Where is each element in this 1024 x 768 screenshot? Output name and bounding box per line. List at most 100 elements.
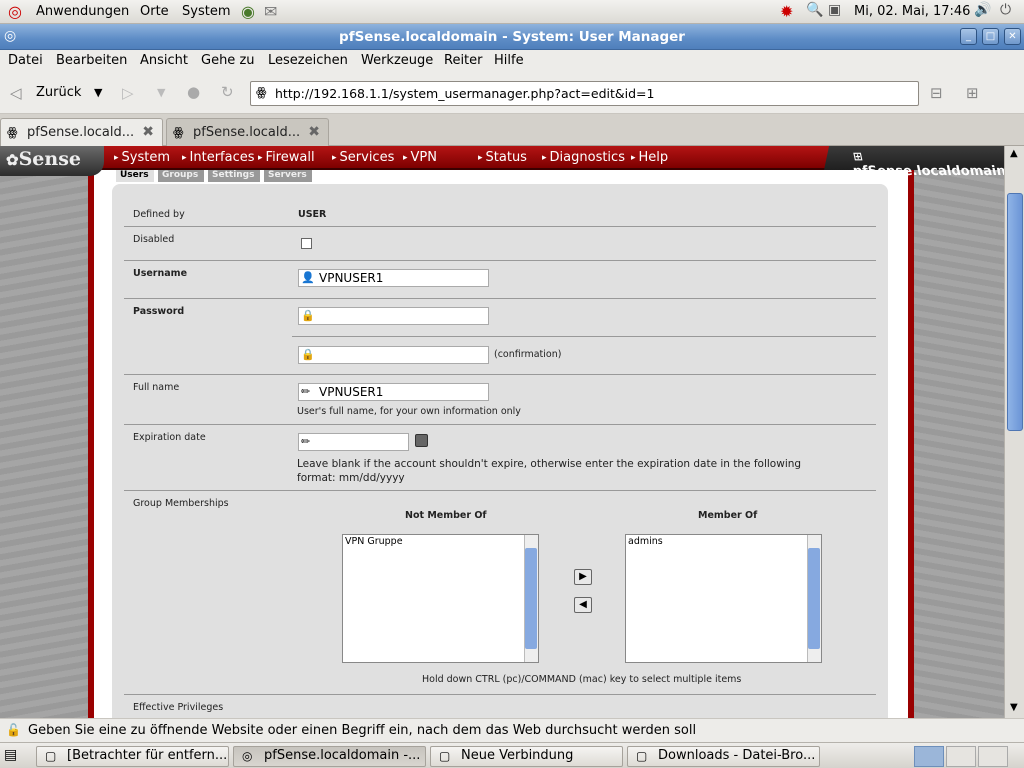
close-tab-icon[interactable]: ✖ [142,124,154,140]
user-icon: 👤 [301,271,315,284]
tab-servers[interactable]: Servers [264,170,312,182]
page-background-right [914,146,1004,718]
reload-icon[interactable]: ↻ [221,83,234,101]
scroll-up-icon[interactable]: ▲ [1010,148,1018,159]
update-notifier-icon[interactable]: ✹ [780,2,793,21]
expiration-date-input[interactable]: ✏ [298,433,409,451]
nav-interfaces[interactable]: Interfaces [182,150,255,165]
list-item[interactable]: VPN Gruppe [345,536,403,547]
add-to-group-button[interactable]: ▶ [574,569,592,585]
hostname-label: pfSense.localdomain [851,164,1004,179]
back-arrow-icon[interactable]: ◁ [10,84,22,102]
navigation-toolbar: ◁ Zurück ▼ ▷ ▼ ● ↻ ꙮ http://192.168.1.1/… [0,74,1024,114]
maximize-button[interactable]: □ [982,28,999,45]
nav-system[interactable]: System [114,150,170,165]
task-remote-viewer[interactable]: ▢ [Betrachter für entfern... [36,746,229,767]
stop-icon[interactable]: ● [187,83,200,101]
show-desktop-icon[interactable]: ▤ [4,747,17,763]
pfsense-logo[interactable]: ✿Sense [0,146,104,176]
task-firefox-pfsense[interactable]: ◎ pfSense.localdomain -... [233,746,426,767]
hostname-box: ⊞ pfSense.localdomain [824,146,1004,179]
system-menu[interactable]: System [182,4,230,19]
debian-logo-icon[interactable]: ◎ [8,2,22,21]
password-confirm-input[interactable]: 🔒 [298,346,489,364]
menu-datei[interactable]: Datei [8,53,43,68]
scroll-down-icon[interactable]: ▼ [1010,702,1018,713]
expiration-note-line1: Leave blank if the account shouldn't exp… [297,458,802,470]
gnome-top-panel: ◎ Anwendungen Orte System ◉ ✉ ✹ 🔍 ▣ Mi, … [0,0,1024,24]
group-memberships-label: Group Memberships [133,498,229,509]
tab-bar: ꙮ pfSense.locald... ✖ ꙮ pfSense.locald..… [0,114,1024,147]
forward-arrow-icon[interactable]: ▷ [122,84,134,102]
username-input[interactable]: 👤 VPNUSER1 [298,269,489,287]
page-scrollbar[interactable]: ▲ ▼ [1004,146,1024,718]
panel-clock[interactable]: Mi, 02. Mai, 17:46 [854,4,970,19]
menu-hilfe[interactable]: Hilfe [494,53,524,68]
network-icon[interactable]: ▣ [828,2,841,18]
nav-vpn[interactable]: VPN [403,150,437,165]
menu-reiter[interactable]: Reiter [444,53,483,68]
disabled-checkbox[interactable] [301,238,312,249]
window-titlebar[interactable]: ◎ pfSense.localdomain - System: User Man… [0,24,1024,50]
browser-statusbar: 🔓 Geben Sie eine zu öffnende Website ode… [0,718,1024,742]
nav-help[interactable]: Help [631,150,669,165]
forward-history-dropdown[interactable]: ▼ [157,86,165,99]
zoom-out-icon[interactable]: ⊟ [930,84,943,102]
app-icon: ◎ [242,749,253,763]
search-icon[interactable]: 🔍 [806,2,823,18]
not-member-listbox[interactable]: VPN Gruppe [342,534,539,663]
tab-groups[interactable]: Groups [158,170,204,182]
back-button[interactable]: Zurück [36,85,81,100]
nav-status[interactable]: Status [478,150,527,165]
menu-ansicht[interactable]: Ansicht [140,53,188,68]
tab-settings[interactable]: Settings [208,170,260,182]
fullname-input[interactable]: ✏ VPNUSER1 [298,383,489,401]
minimize-button[interactable]: _ [960,28,977,45]
tab-pfsense-2[interactable]: ꙮ pfSense.locald... ✖ [166,118,329,146]
pencil-icon: ✏ [301,435,311,448]
places-menu[interactable]: Orte [140,4,169,19]
menubar: Datei Bearbeiten Ansicht Gehe zu Lesezei… [0,50,1024,74]
listbox-scrollbar[interactable] [524,535,538,662]
password-input[interactable]: 🔒 [298,307,489,325]
page-background-left [0,146,88,718]
menu-bearbeiten[interactable]: Bearbeiten [56,53,127,68]
workspace-2[interactable] [946,746,976,767]
applications-menu[interactable]: Anwendungen [36,4,129,19]
workspace-1[interactable] [914,746,944,767]
member-header: Member Of [698,510,758,521]
nav-firewall[interactable]: Firewall [258,150,315,165]
task-new-connection[interactable]: ▢ Neue Verbindung [430,746,623,767]
close-window-button[interactable]: ✕ [1004,28,1021,45]
close-tab-icon[interactable]: ✖ [308,124,320,140]
workspace-3[interactable] [978,746,1008,767]
menu-gehe-zu[interactable]: Gehe zu [201,53,255,68]
back-history-dropdown[interactable]: ▼ [94,86,102,99]
volume-icon[interactable]: 🔊 [974,2,991,18]
lock-icon: 🔒 [301,348,315,361]
task-downloads-browser[interactable]: ▢ Downloads - Datei-Bro... [627,746,820,767]
tab-pfsense-1[interactable]: ꙮ pfSense.locald... ✖ [0,118,163,147]
site-favicon-icon: ꙮ [7,125,18,139]
remove-from-group-button[interactable]: ◀ [574,597,592,613]
listbox-scrollbar[interactable] [807,535,821,662]
menu-lesezeichen[interactable]: Lesezeichen [268,53,348,68]
scrollbar-thumb[interactable] [1007,193,1023,431]
browser-launcher-icon[interactable]: ◉ [241,2,255,21]
list-item[interactable]: admins [628,536,663,547]
address-bar[interactable]: ꙮ http://192.168.1.1/system_usermanager.… [250,81,919,106]
effective-privileges-label: Effective Privileges [133,702,224,713]
menu-werkzeuge[interactable]: Werkzeuge [361,53,433,68]
member-listbox[interactable]: admins [625,534,822,663]
calendar-icon[interactable] [415,434,428,447]
power-icon[interactable]: ⏻ [1000,2,1011,18]
mail-launcher-icon[interactable]: ✉ [264,2,277,21]
tab-label: pfSense.locald... [27,125,135,140]
nav-diagnostics[interactable]: Diagnostics [542,150,625,165]
nav-services[interactable]: Services [332,150,395,165]
defined-by-label: Defined by [133,209,185,220]
expiration-label: Expiration date [133,432,206,443]
tab-users[interactable]: Users [116,170,154,182]
zoom-in-icon[interactable]: ⊞ [966,84,979,102]
gnome-taskbar: ▤ ▢ [Betrachter für entfern... ◎ pfSense.l… [0,742,1024,768]
